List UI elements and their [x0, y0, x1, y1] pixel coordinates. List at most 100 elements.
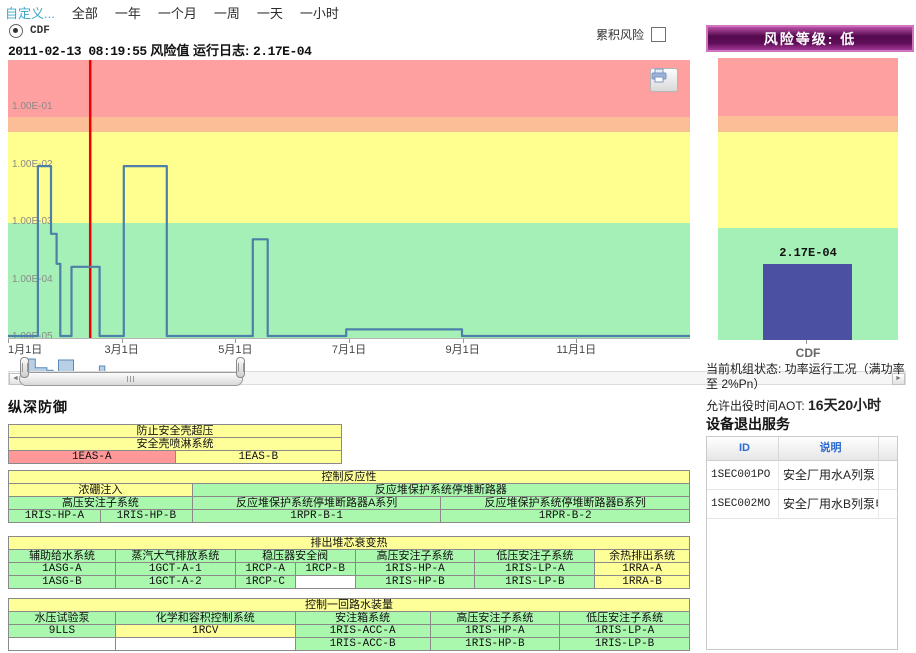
radio-dot-icon	[13, 28, 18, 33]
defense-in-depth-title: 纵深防御	[8, 397, 68, 417]
defense-cell: 1EAS-A	[9, 451, 176, 464]
device-out-of-service-title: 设备退出服务	[706, 414, 790, 434]
device-col-id: ID	[707, 437, 779, 460]
defense-cell: 水压试验泵	[9, 612, 116, 625]
defense-cell: 浓硼注入	[9, 484, 193, 497]
defense-cell: 1RPR-B-2	[441, 510, 690, 523]
device-table-row[interactable]: 1SEC002MO安全厂用水B列泵电	[707, 490, 897, 519]
defense-cell: 控制一回路水装量	[9, 599, 690, 612]
navigator-right-handle[interactable]	[236, 357, 245, 378]
defense-cell: 高压安注子系统	[431, 612, 561, 625]
defense-cell: 稳压器安全阀	[236, 550, 356, 563]
defense-cell: 1EAS-B	[176, 451, 343, 464]
defense-table-row: 9LLS1RCV1RIS-ACC-A1RIS-HP-A1RIS-LP-A	[9, 625, 690, 638]
range-year-link[interactable]: 一年	[115, 3, 141, 22]
defense-cell: 9LLS	[9, 625, 116, 638]
defense-cell: 余热排出系统	[595, 550, 690, 563]
current-risk-bar-chart: 2.17E-04	[718, 58, 898, 340]
range-week-link[interactable]: 一周	[214, 3, 240, 22]
defense-table-row: 控制一回路水装量	[9, 599, 690, 612]
navigator-left-handle[interactable]	[20, 357, 29, 378]
aot-label: 允许出役时间AOT:	[706, 399, 808, 413]
defense-cell: 1RIS-LP-B	[475, 576, 595, 589]
defense-cell: 1RCV	[116, 625, 296, 638]
range-all-link[interactable]: 全部	[72, 3, 98, 22]
defense-table-row: 1ASG-B1GCT-A-21RCP-C1RIS-HP-B1RIS-LP-B1R…	[9, 576, 690, 589]
defense-table-row: 安全壳喷淋系统	[9, 438, 342, 451]
defense-cell: 1RIS-HP-A	[431, 625, 561, 638]
device-col-spacer	[879, 437, 897, 460]
defense-cell: 1RIS-HP-A	[356, 563, 476, 576]
cdf-radio-row: CDF	[9, 24, 50, 38]
status-risk-value: 2.17E-04	[253, 44, 311, 59]
defense-table-row: 1RIS-ACC-B1RIS-HP-B1RIS-LP-B	[9, 638, 690, 651]
device-desc-cell: 安全厂用水B列泵电	[779, 490, 879, 518]
risk-trend-chart: 1.00E-011.00E-021.00E-031.00E-041.00E-05	[8, 60, 690, 338]
device-table-row[interactable]: 1SEC001PO安全厂用水A列泵	[707, 461, 897, 490]
device-desc-cell: 安全厂用水A列泵	[779, 461, 879, 489]
defense-table-row: 控制反应性	[9, 471, 690, 484]
range-month-link[interactable]: 一个月	[158, 3, 197, 22]
risk-band-medium	[718, 132, 898, 228]
defense-cell: 高压安注子系统	[356, 550, 476, 563]
defense-table-row: 辅助给水系统蒸汽大气排放系统稳压器安全阀高压安注子系统低压安注子系统余热排出系统	[9, 550, 690, 563]
defense-cell: 1ASG-B	[9, 576, 116, 589]
x-tick-label: 3月1日	[105, 341, 139, 357]
defense-table-row: 水压试验泵化学和容积控制系统安注箱系统高压安注子系统低压安注子系统	[9, 612, 690, 625]
risk-status-line: 2011-02-13 08:19:55 风险值 运行日志: 2.17E-04	[8, 40, 311, 59]
defense-cell: 1RIS-ACC-B	[296, 638, 431, 651]
risk-monitor-app: 自定义... 全部 一年 一个月 一周 一天 一小时 CDF 累积风险 2011…	[0, 0, 916, 653]
defense-cell: 1RCP-B	[296, 563, 356, 576]
print-button[interactable]	[650, 68, 678, 92]
device-spacer-cell	[879, 461, 897, 489]
defense-table-row: 1EAS-A1EAS-B	[9, 451, 342, 464]
defense-cell: 1RCP-C	[236, 576, 296, 589]
x-tick-label: 1月1日	[8, 341, 42, 357]
defense-table-row: 防止安全壳超压	[9, 425, 342, 438]
defense-cell: 1RRA-B	[595, 576, 690, 589]
thumb-grip-icon	[127, 376, 135, 382]
defense-cell: 防止安全壳超压	[9, 425, 342, 438]
defense-table-reactivity: 控制反应性浓硼注入反应堆保护系统停堆断路器高压安注子系统反应堆保护系统停堆断路器…	[8, 470, 690, 523]
printer-icon	[651, 69, 667, 83]
defense-table-containment: 防止安全壳超压安全壳喷淋系统1EAS-A1EAS-B	[8, 424, 342, 464]
defense-cell: 1RIS-LP-A	[475, 563, 595, 576]
defense-cell: 安注箱系统	[296, 612, 431, 625]
x-tick-label: 5月1日	[218, 341, 252, 357]
risk-bar-category: CDF	[718, 346, 898, 360]
risk-band-high	[718, 58, 898, 116]
defense-cell: 蒸汽大气排放系统	[116, 550, 236, 563]
defense-cell: 1ASG-A	[9, 563, 116, 576]
cdf-radio[interactable]	[9, 24, 23, 38]
range-hour-link[interactable]: 一小时	[300, 3, 339, 22]
device-id-cell: 1SEC002MO	[707, 490, 779, 518]
defense-cell: 低压安注子系统	[560, 612, 690, 625]
bar-axis-tick	[806, 340, 807, 344]
defense-cell: 控制反应性	[9, 471, 690, 484]
defense-cell: 低压安注子系统	[475, 550, 595, 563]
defense-cell: 反应堆保护系统停堆断路器A系列	[193, 497, 442, 510]
defense-cell: 1RCP-A	[236, 563, 296, 576]
device-table-header: ID 说明	[707, 437, 897, 461]
cdf-radio-label: CDF	[30, 25, 50, 37]
defense-cell: 安全壳喷淋系统	[9, 438, 342, 451]
defense-cell: 1RPR-B-1	[193, 510, 442, 523]
status-datetime: 2011-02-13 08:19:55	[8, 44, 147, 59]
range-day-link[interactable]: 一天	[257, 3, 283, 22]
defense-table-decay-heat: 排出堆芯衰变热辅助给水系统蒸汽大气排放系统稳压器安全阀高压安注子系统低压安注子系…	[8, 536, 690, 589]
risk-series-plot	[8, 60, 690, 338]
range-custom-link[interactable]: 自定义...	[5, 3, 55, 22]
device-out-of-service-table: ID 说明 1SEC001PO安全厂用水A列泵1SEC002MO安全厂用水B列泵…	[706, 436, 898, 650]
cumulative-risk-label: 累积风险	[596, 26, 644, 43]
defense-table-row: 1RIS-HP-A1RIS-HP-B1RPR-B-11RPR-B-2	[9, 510, 690, 523]
defense-cell: 1RIS-ACC-A	[296, 625, 431, 638]
defense-table-row: 高压安注子系统反应堆保护系统停堆断路器A系列反应堆保护系统停堆断路器B系列	[9, 497, 690, 510]
handle-grip-icon	[238, 363, 244, 372]
x-tick-label: 11月1日	[557, 341, 597, 357]
device-table-body: 1SEC001PO安全厂用水A列泵1SEC002MO安全厂用水B列泵电	[707, 461, 897, 519]
cumulative-risk-checkbox[interactable]	[651, 27, 666, 42]
scrollbar-thumb[interactable]	[19, 372, 243, 386]
defense-table-row: 浓硼注入反应堆保护系统停堆断路器	[9, 484, 690, 497]
defense-cell: 1RIS-HP-B	[101, 510, 193, 523]
defense-cell: 1GCT-A-1	[116, 563, 236, 576]
